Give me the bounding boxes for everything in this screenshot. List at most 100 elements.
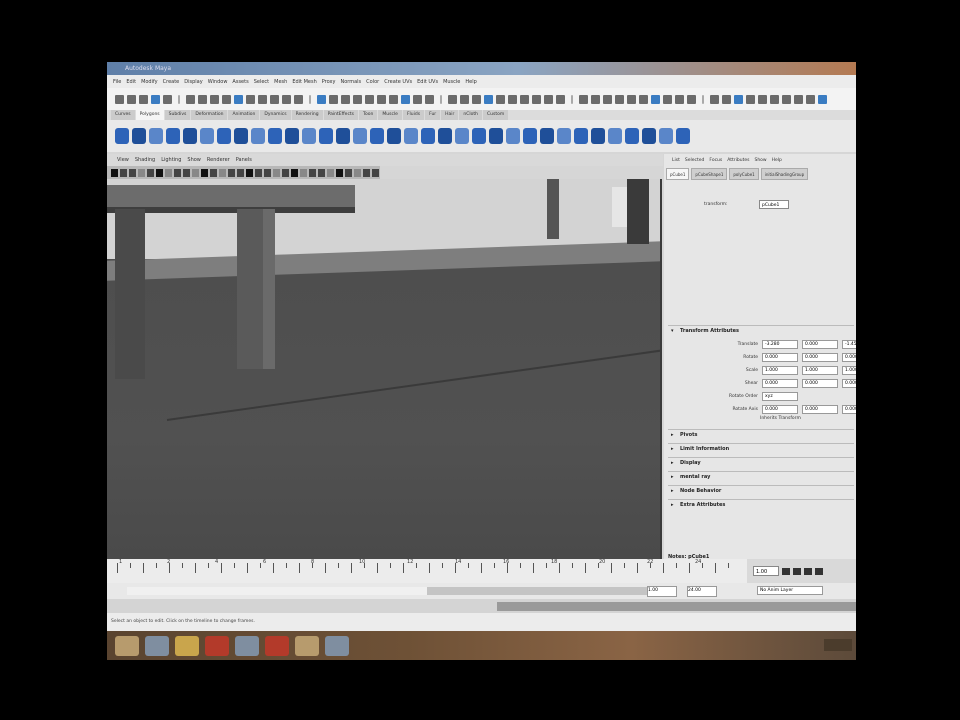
status-line-tool-icon[interactable] (556, 94, 565, 104)
status-line-tool-icon[interactable] (794, 94, 803, 104)
panel-tool-icon[interactable] (372, 168, 379, 177)
shelf-tab-hair[interactable]: Hair (441, 110, 459, 120)
status-line-tool-icon[interactable] (687, 94, 696, 104)
status-line-tool-icon[interactable] (341, 94, 350, 104)
step-back-icon[interactable] (793, 567, 801, 575)
status-line-tool-icon[interactable] (508, 94, 517, 104)
menu-item-assets[interactable]: Assets (232, 79, 248, 85)
panel-tool-icon[interactable] (111, 168, 118, 177)
explorer-icon[interactable] (145, 635, 169, 656)
shelf-tab-custom[interactable]: Custom (483, 110, 509, 120)
status-line-tool-icon[interactable] (377, 94, 386, 104)
shelf-tab-muscle[interactable]: Muscle (378, 110, 402, 120)
polygon-tool-icon[interactable] (506, 128, 520, 144)
polygon-tool-icon[interactable] (523, 128, 537, 144)
panel-tool-icon[interactable] (192, 168, 199, 177)
polygon-tool-icon[interactable] (251, 128, 265, 144)
attr-value-field[interactable]: 1.000 (762, 366, 798, 375)
status-line-tool-icon[interactable] (663, 94, 672, 104)
shelf-tab-ncloth[interactable]: nCloth (459, 110, 483, 120)
panel-tool-icon[interactable] (300, 168, 307, 177)
panel-tool-icon[interactable] (363, 168, 370, 177)
panel-tool-icon[interactable] (237, 168, 244, 177)
menu-item-select[interactable]: Select (254, 79, 269, 85)
status-line-tool-icon[interactable] (413, 94, 422, 104)
panel-tool-icon[interactable] (129, 168, 136, 177)
status-line-tool-icon[interactable] (389, 94, 398, 104)
menu-item-color[interactable]: Color (366, 79, 379, 85)
attr-value-field[interactable]: 0.000 (762, 379, 798, 388)
status-line-tool-icon[interactable] (309, 94, 311, 104)
polygon-tool-icon[interactable] (455, 128, 469, 144)
status-line-tool-icon[interactable] (627, 94, 636, 104)
shelf-tab-painteffects[interactable]: PaintEffects (323, 110, 359, 120)
attr-tab[interactable]: pCube1 (666, 168, 690, 180)
status-line-tool-icon[interactable] (758, 94, 767, 104)
attr-value-field[interactable]: 0.000 (842, 405, 856, 414)
polygon-tool-icon[interactable] (540, 128, 554, 144)
menu-item-edit-uvs[interactable]: Edit UVs (417, 79, 438, 85)
status-line-tool-icon[interactable] (806, 94, 815, 104)
attr-value-field[interactable]: 1.000 (802, 366, 838, 375)
status-line-tool-icon[interactable] (579, 94, 588, 104)
status-line-tool-icon[interactable] (734, 94, 743, 104)
status-line-tool-icon[interactable] (710, 94, 719, 104)
status-line-tool-icon[interactable] (151, 94, 160, 104)
current-frame-field[interactable]: 1.00 (753, 566, 779, 576)
status-line-tool-icon[interactable] (651, 94, 660, 104)
attr-value-field[interactable]: xyz (762, 392, 798, 401)
status-line-tool-icon[interactable] (675, 94, 684, 104)
polygon-tool-icon[interactable] (336, 128, 350, 144)
polygon-tool-icon[interactable] (387, 128, 401, 144)
attr-menu-attributes[interactable]: Attributes (727, 158, 749, 163)
status-line-tool-icon[interactable] (425, 94, 434, 104)
attr-menu-selected[interactable]: Selected (685, 158, 705, 163)
status-line-tool-icon[interactable] (571, 94, 573, 104)
status-line-tool-icon[interactable] (818, 94, 827, 104)
browser-icon[interactable] (205, 635, 229, 656)
attr-value-field[interactable]: 0.000 (842, 353, 856, 362)
panel-menu-renderer[interactable]: Renderer (207, 157, 230, 163)
polygon-tool-icon[interactable] (472, 128, 486, 144)
status-line-tool-icon[interactable] (496, 94, 505, 104)
polygon-tool-icon[interactable] (489, 128, 503, 144)
section-header[interactable]: Display (668, 457, 854, 469)
panel-menu-panels[interactable]: Panels (236, 157, 252, 163)
menu-item-window[interactable]: Window (208, 79, 228, 85)
panel-tool-icon[interactable] (327, 168, 334, 177)
menu-item-file[interactable]: File (113, 79, 121, 85)
menu-item-muscle[interactable]: Muscle (443, 79, 460, 85)
panel-tool-icon[interactable] (246, 168, 253, 177)
panel-tool-icon[interactable] (156, 168, 163, 177)
step-forward-icon[interactable] (815, 567, 823, 575)
polygon-tool-icon[interactable] (285, 128, 299, 144)
status-line-tool-icon[interactable] (460, 94, 469, 104)
status-line-tool-icon[interactable] (246, 94, 255, 104)
polygon-tool-icon[interactable] (404, 128, 418, 144)
anim-layer-dropdown[interactable]: No Anim Layer (757, 586, 823, 595)
polygon-tool-icon[interactable] (149, 128, 163, 144)
status-line-tool-icon[interactable] (294, 94, 303, 104)
shelf-tab-fluids[interactable]: Fluids (402, 110, 425, 120)
menu-item-create[interactable]: Create (163, 79, 180, 85)
menu-item-normals[interactable]: Normals (340, 79, 361, 85)
panel-tool-icon[interactable] (255, 168, 262, 177)
attr-value-field[interactable]: 0.000 (842, 379, 856, 388)
polygon-tool-icon[interactable] (234, 128, 248, 144)
media-icon[interactable] (235, 635, 259, 656)
panel-tool-icon[interactable] (264, 168, 271, 177)
polygon-tool-icon[interactable] (591, 128, 605, 144)
attr-value-field[interactable]: -3.280 (762, 340, 798, 349)
attr-value-field[interactable]: 0.000 (802, 379, 838, 388)
polygon-tool-icon[interactable] (132, 128, 146, 144)
status-line-tool-icon[interactable] (115, 94, 124, 104)
panel-tool-icon[interactable] (345, 168, 352, 177)
section-header[interactable]: Limit Information (668, 443, 854, 455)
status-line-tool-icon[interactable] (178, 94, 180, 104)
menu-item-modify[interactable]: Modify (141, 79, 158, 85)
status-line-tool-icon[interactable] (329, 94, 338, 104)
folder-icon[interactable] (175, 635, 199, 656)
status-line-tool-icon[interactable] (639, 94, 648, 104)
shelf-tab-subdivs[interactable]: Subdivs (164, 110, 191, 120)
status-line-tool-icon[interactable] (127, 94, 136, 104)
